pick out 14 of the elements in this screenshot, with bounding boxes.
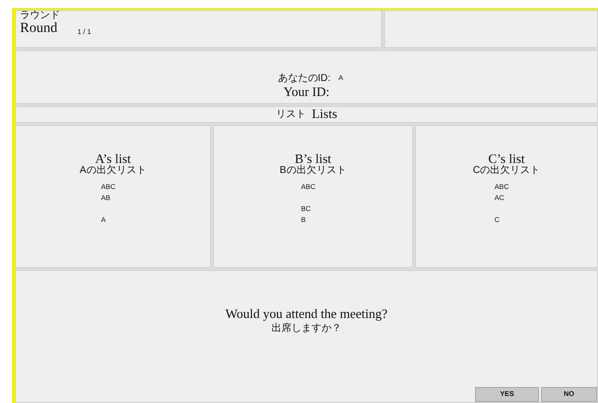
id-label: Your ID: xyxy=(284,84,330,99)
question-text: Would you attend the meeting? xyxy=(225,307,388,322)
id-label-ja: あなたのID: xyxy=(278,74,331,84)
round-label: Round xyxy=(20,21,58,36)
list-subtitle: Aの出欠リスト xyxy=(80,166,146,176)
list-subtitle: Bの出欠リスト xyxy=(280,166,346,176)
list-title: A’s list xyxy=(95,152,131,166)
list-title: B’s list xyxy=(294,152,332,166)
lists-label-ja: リスト xyxy=(276,110,306,120)
list-subtitle: Cの出欠リスト xyxy=(472,166,540,176)
question-text-ja: 出席しますか？ xyxy=(272,324,342,334)
round-label-ja: ラウンド xyxy=(20,11,61,21)
lists-label: Lists xyxy=(312,107,338,122)
list-title: C’s list xyxy=(488,152,525,166)
